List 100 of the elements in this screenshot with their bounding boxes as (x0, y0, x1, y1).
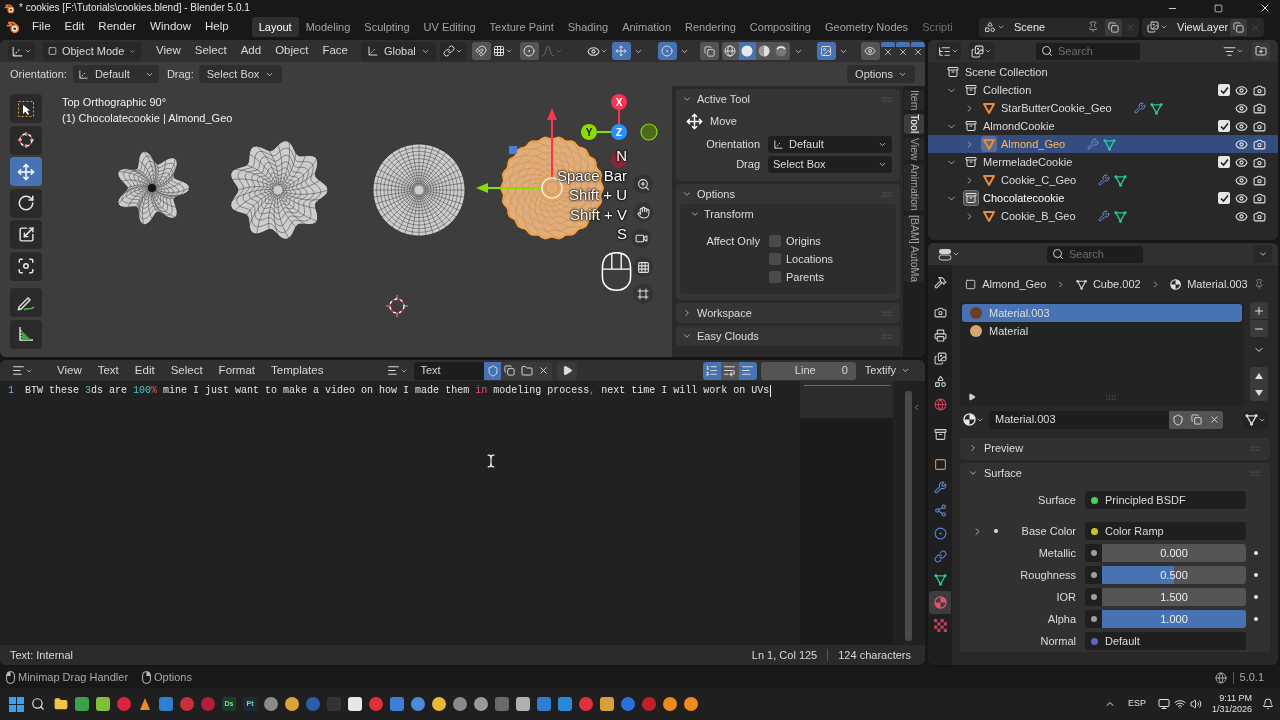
subpanel-header[interactable]: Transform (680, 204, 896, 224)
workspace-tab[interactable]: Rendering (678, 17, 743, 37)
checkbox[interactable] (1218, 156, 1230, 168)
app-icon[interactable] (663, 697, 677, 711)
mode-dropdown[interactable]: Object Mode (43, 41, 141, 61)
menu-item[interactable]: Edit (126, 361, 163, 380)
orientation-dropdown[interactable]: Default (72, 65, 159, 83)
copy-icon[interactable] (1105, 18, 1122, 36)
checkbox[interactable] (769, 253, 781, 265)
camera-view-button[interactable] (631, 228, 651, 248)
view-layer-selector[interactable]: ViewLayer (1142, 17, 1264, 37)
pin-icon[interactable] (1087, 21, 1099, 33)
eye-icon[interactable] (1235, 119, 1248, 133)
fake-user-button[interactable] (1169, 410, 1187, 429)
node-link-field[interactable]: Default (1085, 632, 1246, 650)
workspace-tab[interactable]: Geometry Nodes (817, 17, 916, 37)
workspace-tab[interactable]: Scripti (915, 17, 960, 37)
camera-icon[interactable] (1253, 173, 1266, 187)
camera-icon[interactable] (1253, 101, 1266, 115)
node-tree-dropdown[interactable] (1243, 410, 1268, 429)
collection-row[interactable]: Collection (928, 81, 1278, 99)
value-slider[interactable]: 0.500 (1102, 566, 1246, 584)
workspace-tab[interactable]: Texture Paint (482, 17, 561, 37)
menu-item[interactable]: File (25, 17, 58, 37)
pivot-dropdown[interactable] (439, 41, 466, 61)
panel-header[interactable]: Surface (960, 463, 1270, 483)
maximize-icon[interactable] (1214, 3, 1223, 13)
workspace-tab[interactable]: Layout (251, 17, 299, 37)
number-field[interactable]: 1.500 (1102, 588, 1246, 606)
remove-slot-button[interactable] (1250, 320, 1268, 337)
camera-icon[interactable] (1253, 209, 1266, 223)
menu-item[interactable]: Edit (57, 17, 92, 37)
frame-button[interactable] (633, 284, 653, 304)
panel-header[interactable]: Options (676, 184, 900, 204)
fake-user-toggle[interactable] (484, 361, 502, 380)
speaker-icon[interactable] (1189, 698, 1202, 710)
blender-logo-icon[interactable] (4, 2, 15, 14)
move-tool-button[interactable] (10, 157, 42, 186)
menu-item[interactable]: View (149, 41, 188, 61)
camera-icon[interactable] (1253, 119, 1266, 133)
sidebar-tab[interactable]: View (904, 137, 924, 161)
xray-toggle[interactable] (699, 42, 719, 60)
eye-icon[interactable] (1235, 173, 1248, 187)
object-row[interactable]: Cookie_B_Geo (928, 207, 1278, 225)
pin-icon[interactable] (1253, 278, 1265, 290)
camera-icon[interactable] (1253, 191, 1266, 205)
socket-toggle[interactable] (1085, 566, 1102, 584)
pan-button[interactable] (633, 202, 653, 222)
new-collection-button[interactable] (1252, 42, 1270, 60)
transform-tool-button[interactable] (10, 251, 42, 281)
display-mode-button[interactable] (936, 42, 961, 60)
socket-toggle[interactable] (1085, 610, 1102, 628)
options-dropdown[interactable]: Options (847, 65, 915, 83)
menu-item[interactable]: Face (315, 41, 355, 61)
overlays-toggle[interactable] (657, 42, 677, 60)
unlink-button[interactable] (535, 361, 553, 380)
app-icon[interactable] (579, 697, 593, 711)
value-slider[interactable]: 0.000 (1102, 544, 1246, 562)
cursor-tool-button[interactable] (10, 125, 42, 155)
select-tool-button[interactable] (10, 94, 42, 123)
close-icon[interactable] (1259, 2, 1271, 14)
camera-icon[interactable] (1253, 137, 1266, 151)
object-row[interactable]: Cookie_C_Geo (928, 171, 1278, 189)
menu-item[interactable]: Text (89, 361, 127, 380)
collection-row[interactable]: Scene Collection (928, 63, 1278, 81)
line-numbers-toggle[interactable] (702, 361, 721, 380)
move-slot-buttons[interactable] (1250, 367, 1268, 401)
menu-item[interactable]: Select (187, 41, 234, 61)
orientation-dropdown[interactable]: Global (361, 41, 436, 61)
eye-icon[interactable] (1235, 137, 1248, 151)
visibility-toggle[interactable] (860, 42, 880, 60)
eye-icon[interactable] (1235, 155, 1248, 169)
clock[interactable]: 9:11 PM 1/31/2026 (1211, 693, 1252, 715)
bell-icon[interactable] (1262, 698, 1274, 710)
language-indicator[interactable]: ESP (1127, 697, 1146, 711)
search-icon[interactable] (31, 697, 45, 711)
copy-icon[interactable] (1230, 18, 1247, 36)
menu-item[interactable]: View (49, 361, 90, 380)
textify-menu[interactable]: Textify (859, 361, 915, 380)
menu-item[interactable]: Select (162, 361, 211, 380)
wifi-icon[interactable] (1173, 698, 1186, 710)
app-icon[interactable] (369, 697, 383, 711)
app-icon[interactable] (264, 697, 278, 711)
workspace-tab[interactable]: Sculpting (357, 17, 417, 37)
scrollbar[interactable] (905, 391, 912, 641)
line-field[interactable]: Line 0 (760, 361, 856, 380)
workspace-tab[interactable]: Compositing (742, 17, 818, 37)
sidebar-tab[interactable]: Tool (904, 114, 924, 134)
windows-logo-icon[interactable] (9, 696, 24, 712)
drag-dropdown[interactable]: Select Box (198, 65, 283, 83)
play-icon[interactable] (968, 393, 976, 401)
cone-icon[interactable] (138, 697, 152, 711)
word-wrap-toggle[interactable] (720, 361, 739, 380)
panel-header[interactable]: Easy Clouds (676, 326, 900, 346)
app-icon[interactable] (453, 697, 467, 711)
menu-item[interactable]: Render (91, 17, 144, 37)
app-icon[interactable] (432, 697, 446, 711)
app-icon[interactable] (285, 697, 299, 711)
text-name-field[interactable]: Text (414, 361, 485, 380)
snap-toggle[interactable] (471, 42, 491, 60)
